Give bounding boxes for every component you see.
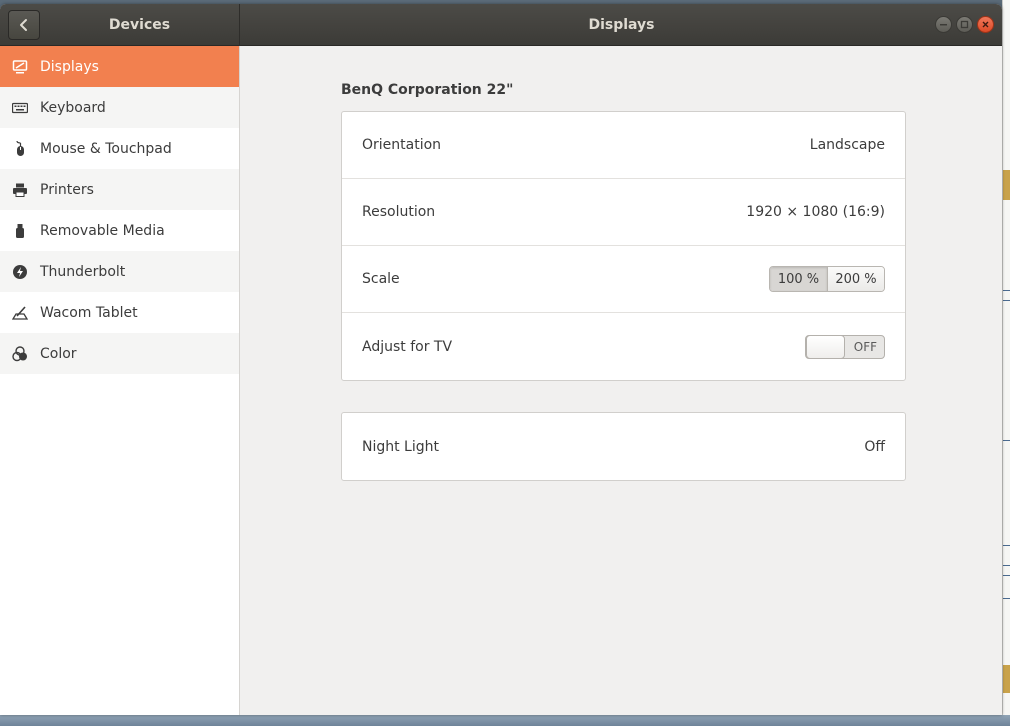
scale-selector: 100 % 200 %: [769, 266, 885, 292]
switch-state-label: OFF: [853, 339, 877, 354]
window-controls: [935, 16, 994, 34]
night-light-row[interactable]: Night Light Off: [342, 413, 905, 480]
keyboard-icon: [12, 100, 28, 116]
sidebar-header: Devices: [0, 4, 240, 46]
adjust-tv-switch[interactable]: OFF: [805, 334, 885, 359]
sidebar-item-label: Keyboard: [40, 99, 106, 116]
switch-knob: [806, 334, 845, 359]
scale-row: Scale 100 % 200 %: [342, 246, 905, 313]
sidebar: Displays Keyboard Mouse & Touchpad Print…: [0, 46, 240, 715]
sidebar-title: Devices: [108, 17, 171, 33]
color-icon: [12, 345, 28, 362]
sidebar-item-color[interactable]: Color: [0, 333, 239, 374]
sidebar-item-label: Wacom Tablet: [40, 304, 138, 321]
adjust-tv-label: Adjust for TV: [362, 338, 453, 355]
window-title: Displays: [588, 17, 655, 33]
display-icon: [12, 59, 28, 75]
desktop-bottom-edge: [0, 715, 1010, 726]
sidebar-item-removable-media[interactable]: Removable Media: [0, 210, 239, 251]
resolution-row[interactable]: Resolution 1920 × 1080 (16:9): [342, 179, 905, 246]
sidebar-item-wacom-tablet[interactable]: Wacom Tablet: [0, 292, 239, 333]
tablet-icon: [12, 305, 28, 321]
sidebar-item-label: Removable Media: [40, 222, 165, 239]
minimize-button[interactable]: [935, 16, 952, 33]
sidebar-item-label: Thunderbolt: [40, 263, 126, 280]
resolution-value: 1920 × 1080 (16:9): [746, 204, 885, 220]
sidebar-item-label: Mouse & Touchpad: [40, 140, 172, 157]
chevron-left-icon: [20, 19, 27, 31]
orientation-label: Orientation: [362, 137, 442, 153]
back-button[interactable]: [8, 10, 40, 40]
settings-window: Devices Displays Displays Keyboard Mouse…: [0, 4, 1002, 715]
sidebar-item-thunderbolt[interactable]: Thunderbolt: [0, 251, 239, 292]
sidebar-item-label: Color: [40, 345, 77, 362]
printer-icon: [12, 182, 28, 198]
desktop-background-strip: [1002, 0, 1010, 726]
orientation-value: Landscape: [809, 137, 885, 153]
titlebar: Devices Displays: [0, 4, 1002, 46]
sidebar-item-mouse-touchpad[interactable]: Mouse & Touchpad: [0, 128, 239, 169]
sidebar-item-label: Printers: [40, 181, 94, 198]
close-button[interactable]: [977, 16, 994, 33]
usb-drive-icon: [12, 223, 28, 239]
sidebar-item-label: Displays: [40, 58, 99, 75]
sidebar-item-keyboard[interactable]: Keyboard: [0, 87, 239, 128]
orientation-row[interactable]: Orientation Landscape: [342, 112, 905, 179]
close-icon: [982, 21, 989, 28]
night-light-list: Night Light Off: [341, 412, 906, 481]
thunderbolt-icon: [12, 264, 28, 280]
night-light-label: Night Light: [362, 438, 439, 455]
sidebar-item-displays[interactable]: Displays: [0, 46, 239, 87]
maximize-button[interactable]: [956, 16, 973, 33]
monitor-name: BenQ Corporation 22": [341, 82, 514, 98]
night-light-value: Off: [864, 438, 885, 455]
scale-100-button[interactable]: 100 %: [770, 267, 827, 291]
adjust-tv-row: Adjust for TV OFF: [342, 313, 905, 380]
displays-panel: BenQ Corporation 22" Orientation Landsca…: [241, 46, 1002, 715]
mouse-icon: [12, 140, 28, 157]
minimize-icon: [940, 24, 947, 26]
sidebar-item-printers[interactable]: Printers: [0, 169, 239, 210]
scale-200-button[interactable]: 200 %: [827, 267, 884, 291]
resolution-label: Resolution: [362, 204, 436, 220]
scale-label: Scale: [362, 271, 400, 287]
maximize-icon: [960, 20, 969, 29]
monitor-settings-list: Orientation Landscape Resolution 1920 × …: [341, 111, 906, 381]
